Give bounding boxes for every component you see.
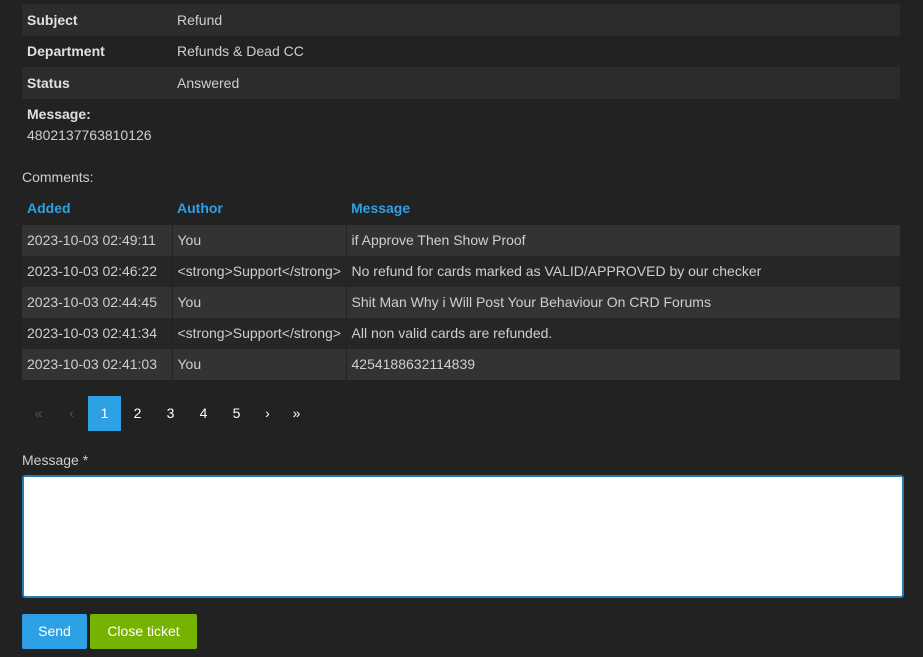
info-value: Answered — [172, 67, 900, 99]
comments-heading: Comments: — [22, 168, 94, 185]
info-value: Refunds & Dead CC — [177, 43, 304, 60]
column-header-message[interactable]: Message — [346, 191, 900, 225]
pagination: « ‹ 1 2 3 4 5 › » — [22, 395, 900, 431]
message-textarea[interactable] — [22, 474, 904, 598]
comment-message: No refund for cards marked as VALID/APPR… — [346, 255, 900, 287]
pagination-page-5[interactable]: 5 — [220, 396, 253, 431]
column-header-added[interactable]: Added — [22, 191, 172, 225]
table-row: 2023-10-03 02:46:22 <strong>Support</str… — [22, 255, 900, 287]
comments-table: Added Author Message 2023-10-03 02:49:11… — [22, 191, 900, 380]
comment-added: 2023-10-03 02:41:34 — [22, 317, 173, 349]
pagination-prev[interactable]: ‹ — [55, 396, 88, 431]
comment-added: 2023-10-03 02:41:03 — [22, 348, 173, 380]
pagination-page-3[interactable]: 3 — [154, 396, 187, 431]
comment-author: You — [172, 286, 347, 318]
info-key: Subject — [22, 4, 172, 36]
info-row-subject: Subject Refund — [22, 4, 900, 36]
comment-added: 2023-10-03 02:46:22 — [22, 255, 173, 287]
comment-added: 2023-10-03 02:44:45 — [22, 286, 173, 318]
info-row-department: Department Refunds & Dead CC — [22, 36, 900, 68]
column-header-author[interactable]: Author — [172, 191, 346, 225]
pagination-first[interactable]: « — [22, 396, 55, 431]
pagination-page-1[interactable]: 1 — [88, 395, 121, 431]
comment-author: You — [172, 224, 347, 256]
table-row: 2023-10-03 02:44:45 You Shit Man Why i W… — [22, 286, 900, 318]
comment-message: All non valid cards are refunded. — [346, 317, 900, 349]
close-ticket-button[interactable]: Close ticket — [90, 613, 197, 649]
message-field-label: Message * — [22, 451, 89, 468]
ticket-info-table: Subject Refund Department Refunds & Dead… — [22, 4, 900, 99]
form-actions: Send Close ticket — [22, 613, 900, 649]
ticket-message-label: Message: — [27, 105, 91, 122]
ticket-view: Subject Refund Department Refunds & Dead… — [22, 4, 904, 649]
info-key: Department — [27, 43, 105, 60]
info-key: Status — [22, 67, 172, 99]
comment-author: <strong>Support</strong> — [172, 317, 347, 349]
comment-message: 4254188632114839 — [346, 348, 900, 380]
pagination-next[interactable]: › — [253, 396, 282, 431]
table-row: 2023-10-03 02:41:03 You 4254188632114839 — [22, 348, 900, 380]
info-value: Refund — [172, 4, 900, 36]
ticket-message-text: 4802137763810126 — [27, 126, 152, 143]
table-row: 2023-10-03 02:49:11 You if Approve Then … — [22, 224, 900, 256]
comment-author: You — [172, 348, 347, 380]
pagination-page-2[interactable]: 2 — [121, 396, 154, 431]
send-button[interactable]: Send — [22, 613, 87, 649]
info-row-status: Status Answered — [22, 67, 900, 99]
comment-message: if Approve Then Show Proof — [346, 224, 900, 256]
comment-added: 2023-10-03 02:49:11 — [22, 224, 173, 256]
comment-message: Shit Man Why i Will Post Your Behaviour … — [346, 286, 900, 318]
table-row: 2023-10-03 02:41:34 <strong>Support</str… — [22, 317, 900, 349]
ticket-message: Message: 4802137763810126 — [22, 99, 900, 153]
pagination-last[interactable]: » — [282, 396, 311, 431]
comment-author: <strong>Support</strong> — [172, 255, 347, 287]
comments-header-row: Added Author Message — [22, 191, 900, 225]
pagination-page-4[interactable]: 4 — [187, 396, 220, 431]
